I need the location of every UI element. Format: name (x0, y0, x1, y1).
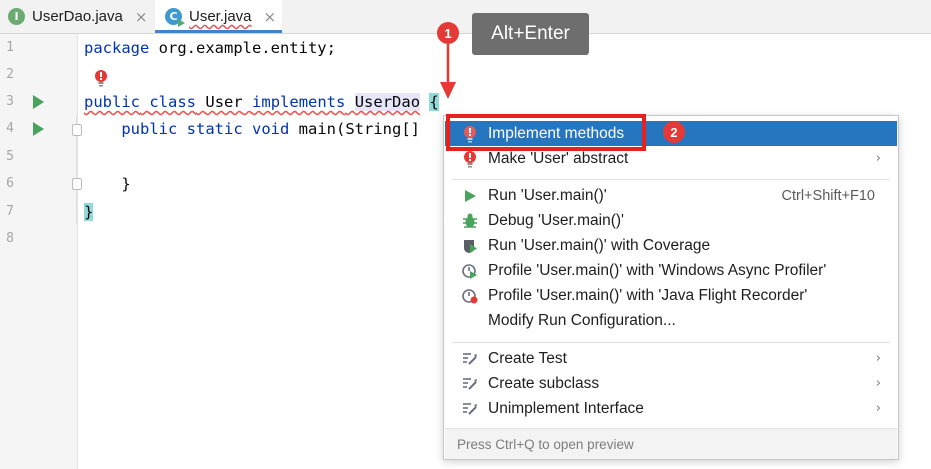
active-tab-indicator (155, 30, 282, 33)
menu-item-debug[interactable]: Debug 'User.main()' (445, 208, 897, 233)
line-number: 4 (6, 121, 14, 136)
close-icon[interactable]: × (135, 8, 148, 26)
code-line-7[interactable]: } (84, 203, 94, 221)
menu-separator (452, 342, 890, 343)
run-gutter-icon[interactable] (33, 95, 44, 109)
line-number: 5 (6, 149, 14, 164)
fold-marker-icon[interactable] (72, 178, 82, 190)
intention-icon (462, 375, 478, 393)
menu-item-create-subclass[interactable]: Create subclass › (445, 371, 897, 396)
step-badge: 2 (663, 121, 685, 143)
close-icon[interactable]: × (264, 8, 277, 26)
code-line-6[interactable]: } (84, 175, 130, 193)
chevron-right-icon: › (875, 401, 881, 416)
intention-icon (462, 400, 478, 418)
code-line-3[interactable]: public class User implements UserDao { (84, 93, 439, 111)
line-number: 3 (6, 94, 14, 109)
run-gutter-icon[interactable] (33, 122, 44, 136)
error-bulb-icon (462, 150, 478, 168)
tab-userdao[interactable]: I UserDao.java × (0, 0, 150, 33)
interface-file-icon: I (8, 8, 25, 25)
menu-item-create-test[interactable]: Create Test › (445, 346, 897, 371)
line-number: 1 (6, 40, 14, 55)
coverage-icon (462, 237, 478, 255)
menu-item-coverage[interactable]: Run 'User.main()' with Coverage (445, 233, 897, 258)
intention-actions-popup: Implement methods Make 'User' abstract ›… (443, 115, 899, 460)
menu-item-profile-async[interactable]: Profile 'User.main()' with 'Windows Asyn… (445, 258, 897, 283)
run-icon (462, 187, 478, 205)
class-declaration-error: public class User implements UserDao (84, 93, 421, 111)
error-bulb-icon[interactable] (94, 69, 108, 87)
fold-marker-icon[interactable] (72, 124, 82, 136)
popup-footer: Press Ctrl+Q to open preview (445, 428, 897, 459)
menu-item-modify-run-config[interactable]: Modify Run Configuration... (445, 308, 897, 333)
class-file-icon: C (165, 8, 185, 27)
chevron-right-icon: › (875, 151, 881, 166)
tab-label: User.java (189, 8, 252, 25)
line-number: 8 (6, 231, 14, 246)
line-number: 2 (6, 67, 14, 82)
step-badge: 1 (437, 22, 459, 44)
highlight-box (446, 114, 646, 151)
menu-separator (452, 179, 890, 180)
tab-user[interactable]: C User.java × (155, 0, 282, 33)
menu-item-unimplement-interface[interactable]: Unimplement Interface › (445, 396, 897, 421)
code-line-1[interactable]: package org.example.entity; (84, 39, 336, 57)
line-number: 6 (6, 176, 14, 191)
chevron-right-icon: › (875, 351, 881, 366)
intention-icon (462, 350, 478, 368)
matched-brace: } (84, 203, 94, 221)
arrow-down-icon (440, 44, 456, 99)
flight-recorder-icon (462, 287, 478, 305)
chevron-right-icon: › (875, 376, 881, 391)
line-number: 7 (6, 204, 14, 219)
debug-icon (462, 212, 478, 230)
editor-tab-bar: I UserDao.java × C User.java × (0, 0, 931, 34)
shortcut-tooltip: Alt+Enter (472, 13, 589, 55)
menu-item-run[interactable]: Run 'User.main()' Ctrl+Shift+F10 (445, 183, 897, 208)
profiler-icon (462, 262, 478, 280)
code-line-4[interactable]: public static void main(String[] (84, 120, 420, 138)
menu-item-profile-jfr[interactable]: Profile 'User.main()' with 'Java Flight … (445, 283, 897, 308)
tab-label: UserDao.java (32, 8, 123, 25)
